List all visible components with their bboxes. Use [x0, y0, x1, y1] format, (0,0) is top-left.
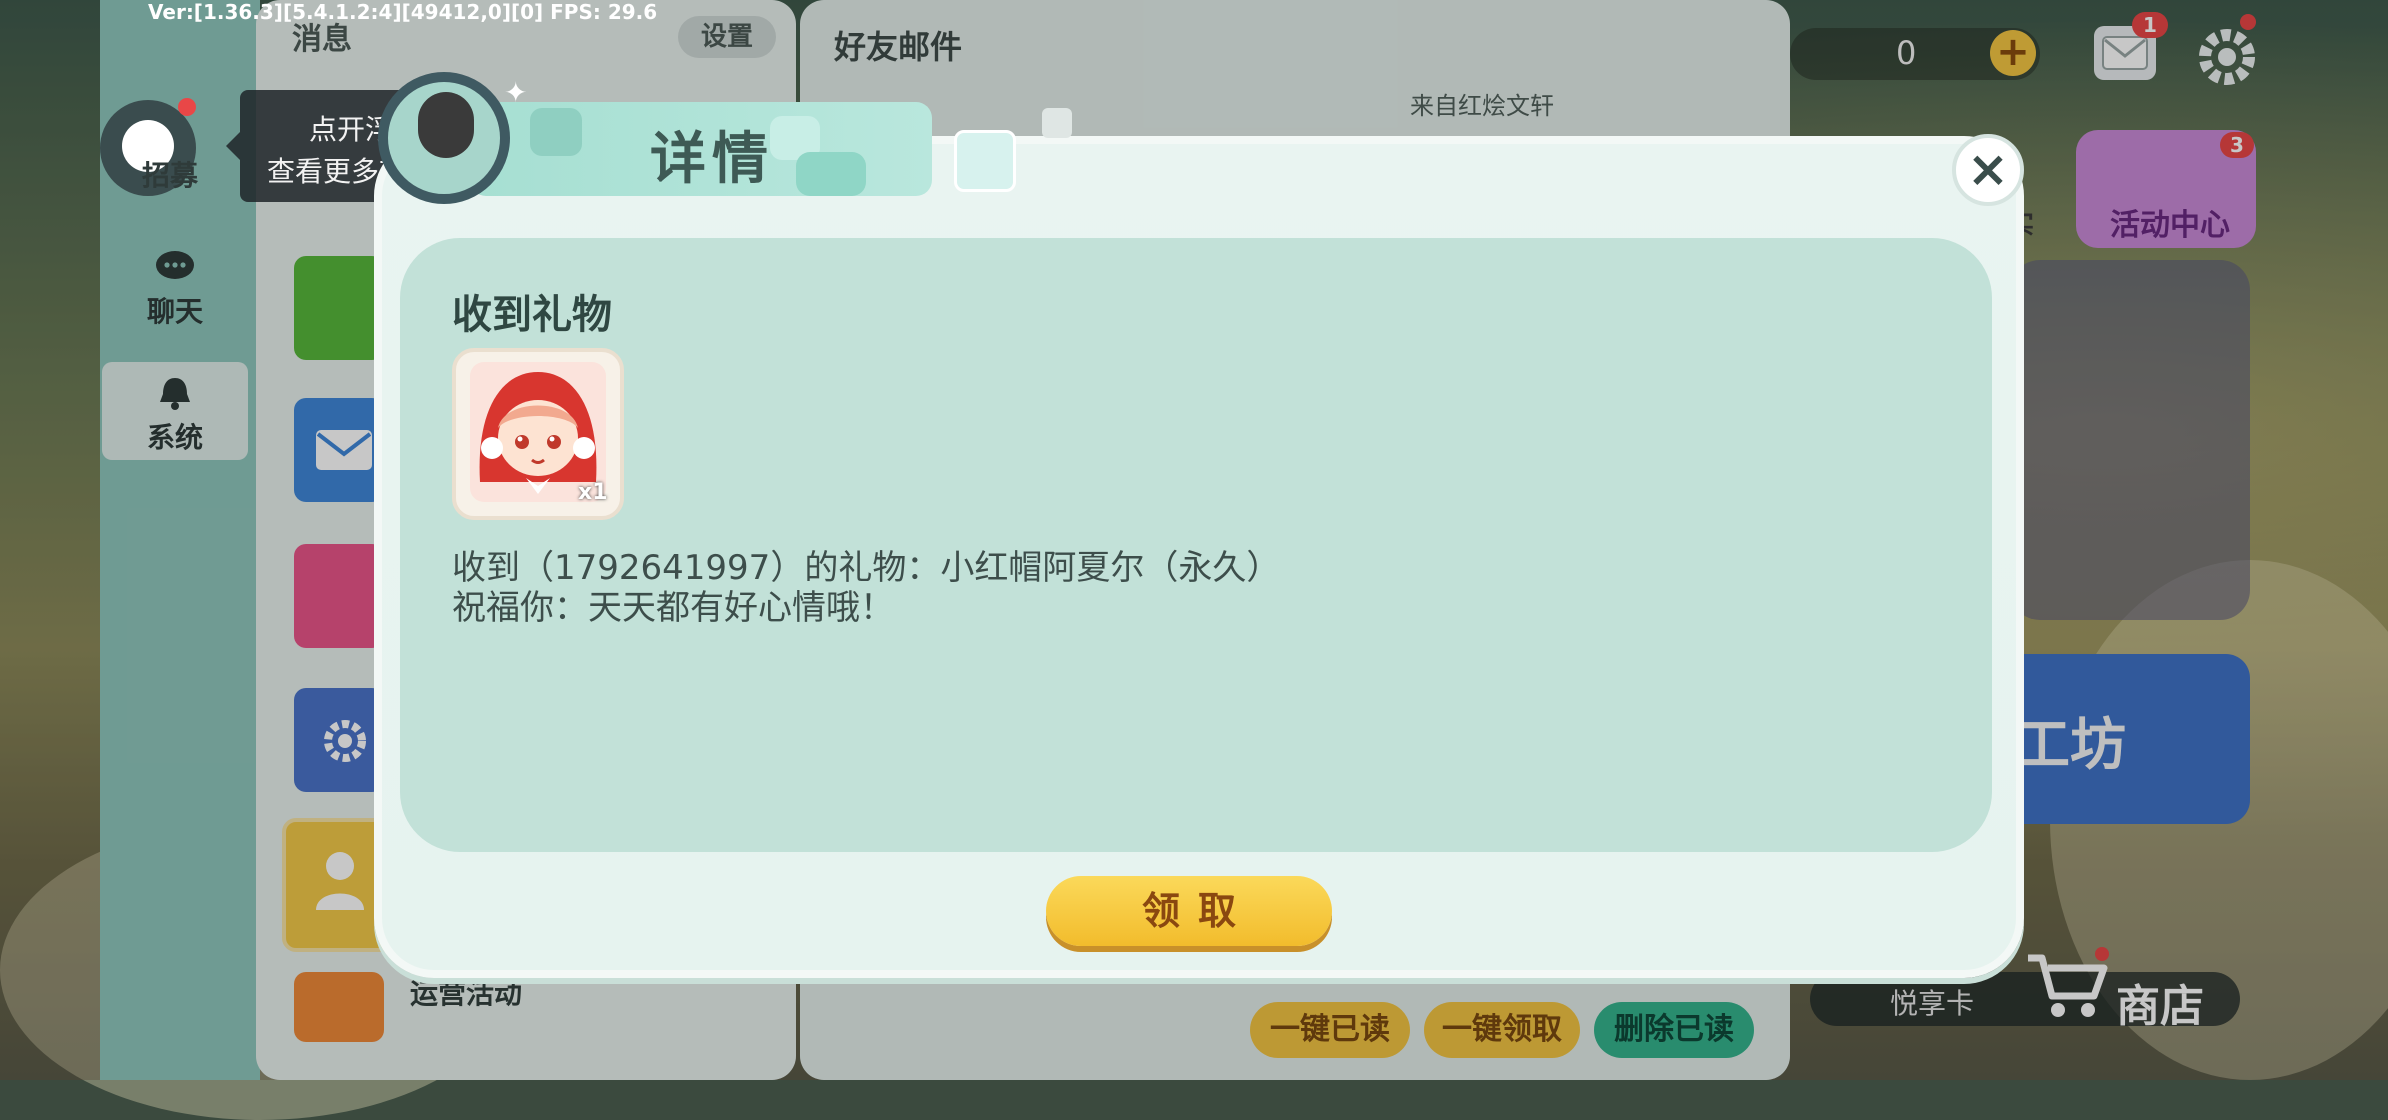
claim-button[interactable]: 领取: [1046, 876, 1332, 946]
close-button[interactable]: ×: [1952, 134, 2024, 206]
title-tab-decoration: [796, 152, 866, 196]
sparkle-icon: ✦: [504, 76, 528, 109]
gift-quantity: x1: [578, 480, 608, 505]
rail-item-recruit-label: 招募: [142, 159, 199, 192]
dialog-title: 详情: [650, 127, 774, 192]
tooltip-arrow: [226, 132, 240, 160]
title-decoration-square: [1042, 108, 1072, 138]
avatar-silhouette: [418, 92, 474, 158]
title-tab-decoration: [530, 108, 582, 156]
version-fps-text: Ver:[1.36.3][5.4.1.2:4][49412,0][0] FPS:…: [148, 0, 658, 24]
gift-heading: 收到礼物: [452, 292, 612, 338]
float-ball-red-dot: [178, 98, 196, 116]
title-decoration-square: [954, 130, 1016, 192]
gift-blessing: 祝福你：天天都有好心情哦！: [452, 588, 894, 628]
